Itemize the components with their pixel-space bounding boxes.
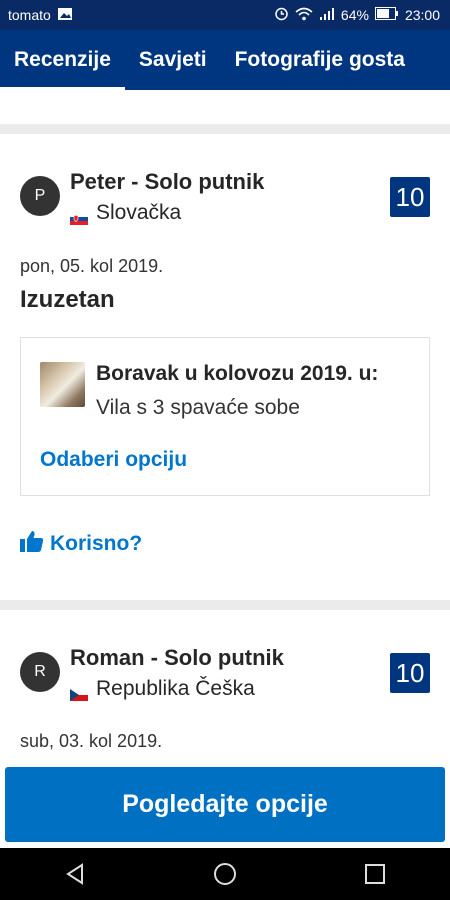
tab-bar: Recenzije Savjeti Fotografije gosta xyxy=(0,30,450,90)
section-divider xyxy=(0,124,450,134)
back-icon[interactable] xyxy=(19,848,131,900)
helpful-button[interactable]: Korisno? xyxy=(20,530,142,558)
clock-time: 23:00 xyxy=(404,7,440,23)
stay-title: Boravak u kolovozu 2019. u: xyxy=(96,362,379,385)
signal-icon xyxy=(319,7,335,24)
battery-icon xyxy=(374,7,399,23)
see-options-button[interactable]: Pogledajte opcije xyxy=(5,767,445,842)
review-date: sub, 03. kol 2019. xyxy=(20,731,163,751)
alarm-icon xyxy=(274,6,289,24)
helpful-label: Korisno? xyxy=(50,532,143,555)
navigation-bar xyxy=(0,848,450,900)
avatar: R xyxy=(20,652,60,692)
stay-room: Vila s 3 spavaće sobe xyxy=(96,396,300,419)
section-divider xyxy=(0,600,450,610)
image-notification-icon xyxy=(57,7,73,24)
stay-info-card: Boravak u kolovozu 2019. u: Vila s 3 spa… xyxy=(20,337,430,496)
review-score: 10 xyxy=(390,653,430,693)
battery-percent: 64% xyxy=(340,7,369,23)
czech-flag-icon xyxy=(70,683,88,701)
reviewer-name: Roman - Solo putnik xyxy=(70,645,284,670)
status-bar: tomato 64% 23:00 xyxy=(0,0,450,30)
review-title: Izuzetan xyxy=(20,286,115,313)
review-header: R Roman - Solo putnik Republika Češka xyxy=(20,643,284,705)
review-score: 10 xyxy=(390,177,430,217)
review-header: P Peter - Solo putnik Slovačka xyxy=(20,167,264,229)
carrier-label: tomato xyxy=(8,7,51,23)
reviewer-country: Slovačka xyxy=(96,201,182,224)
thumbs-up-icon xyxy=(20,530,44,558)
tab-guest-photos[interactable]: Fotografije gosta xyxy=(221,30,419,90)
room-thumbnail xyxy=(40,362,85,407)
slovakia-flag-icon xyxy=(70,207,88,225)
review-date: pon, 05. kol 2019. xyxy=(20,256,164,276)
avatar: P xyxy=(20,176,60,216)
home-icon[interactable] xyxy=(169,848,281,900)
reviewer-country: Republika Češka xyxy=(96,677,255,700)
choose-option-link[interactable]: Odaberi opciju xyxy=(40,448,187,472)
tab-tips[interactable]: Savjeti xyxy=(125,30,221,90)
recent-apps-icon[interactable] xyxy=(319,848,431,900)
reviewer-name: Peter - Solo putnik xyxy=(70,169,265,194)
tab-reviews[interactable]: Recenzije xyxy=(0,30,125,90)
wifi-icon xyxy=(295,7,313,24)
